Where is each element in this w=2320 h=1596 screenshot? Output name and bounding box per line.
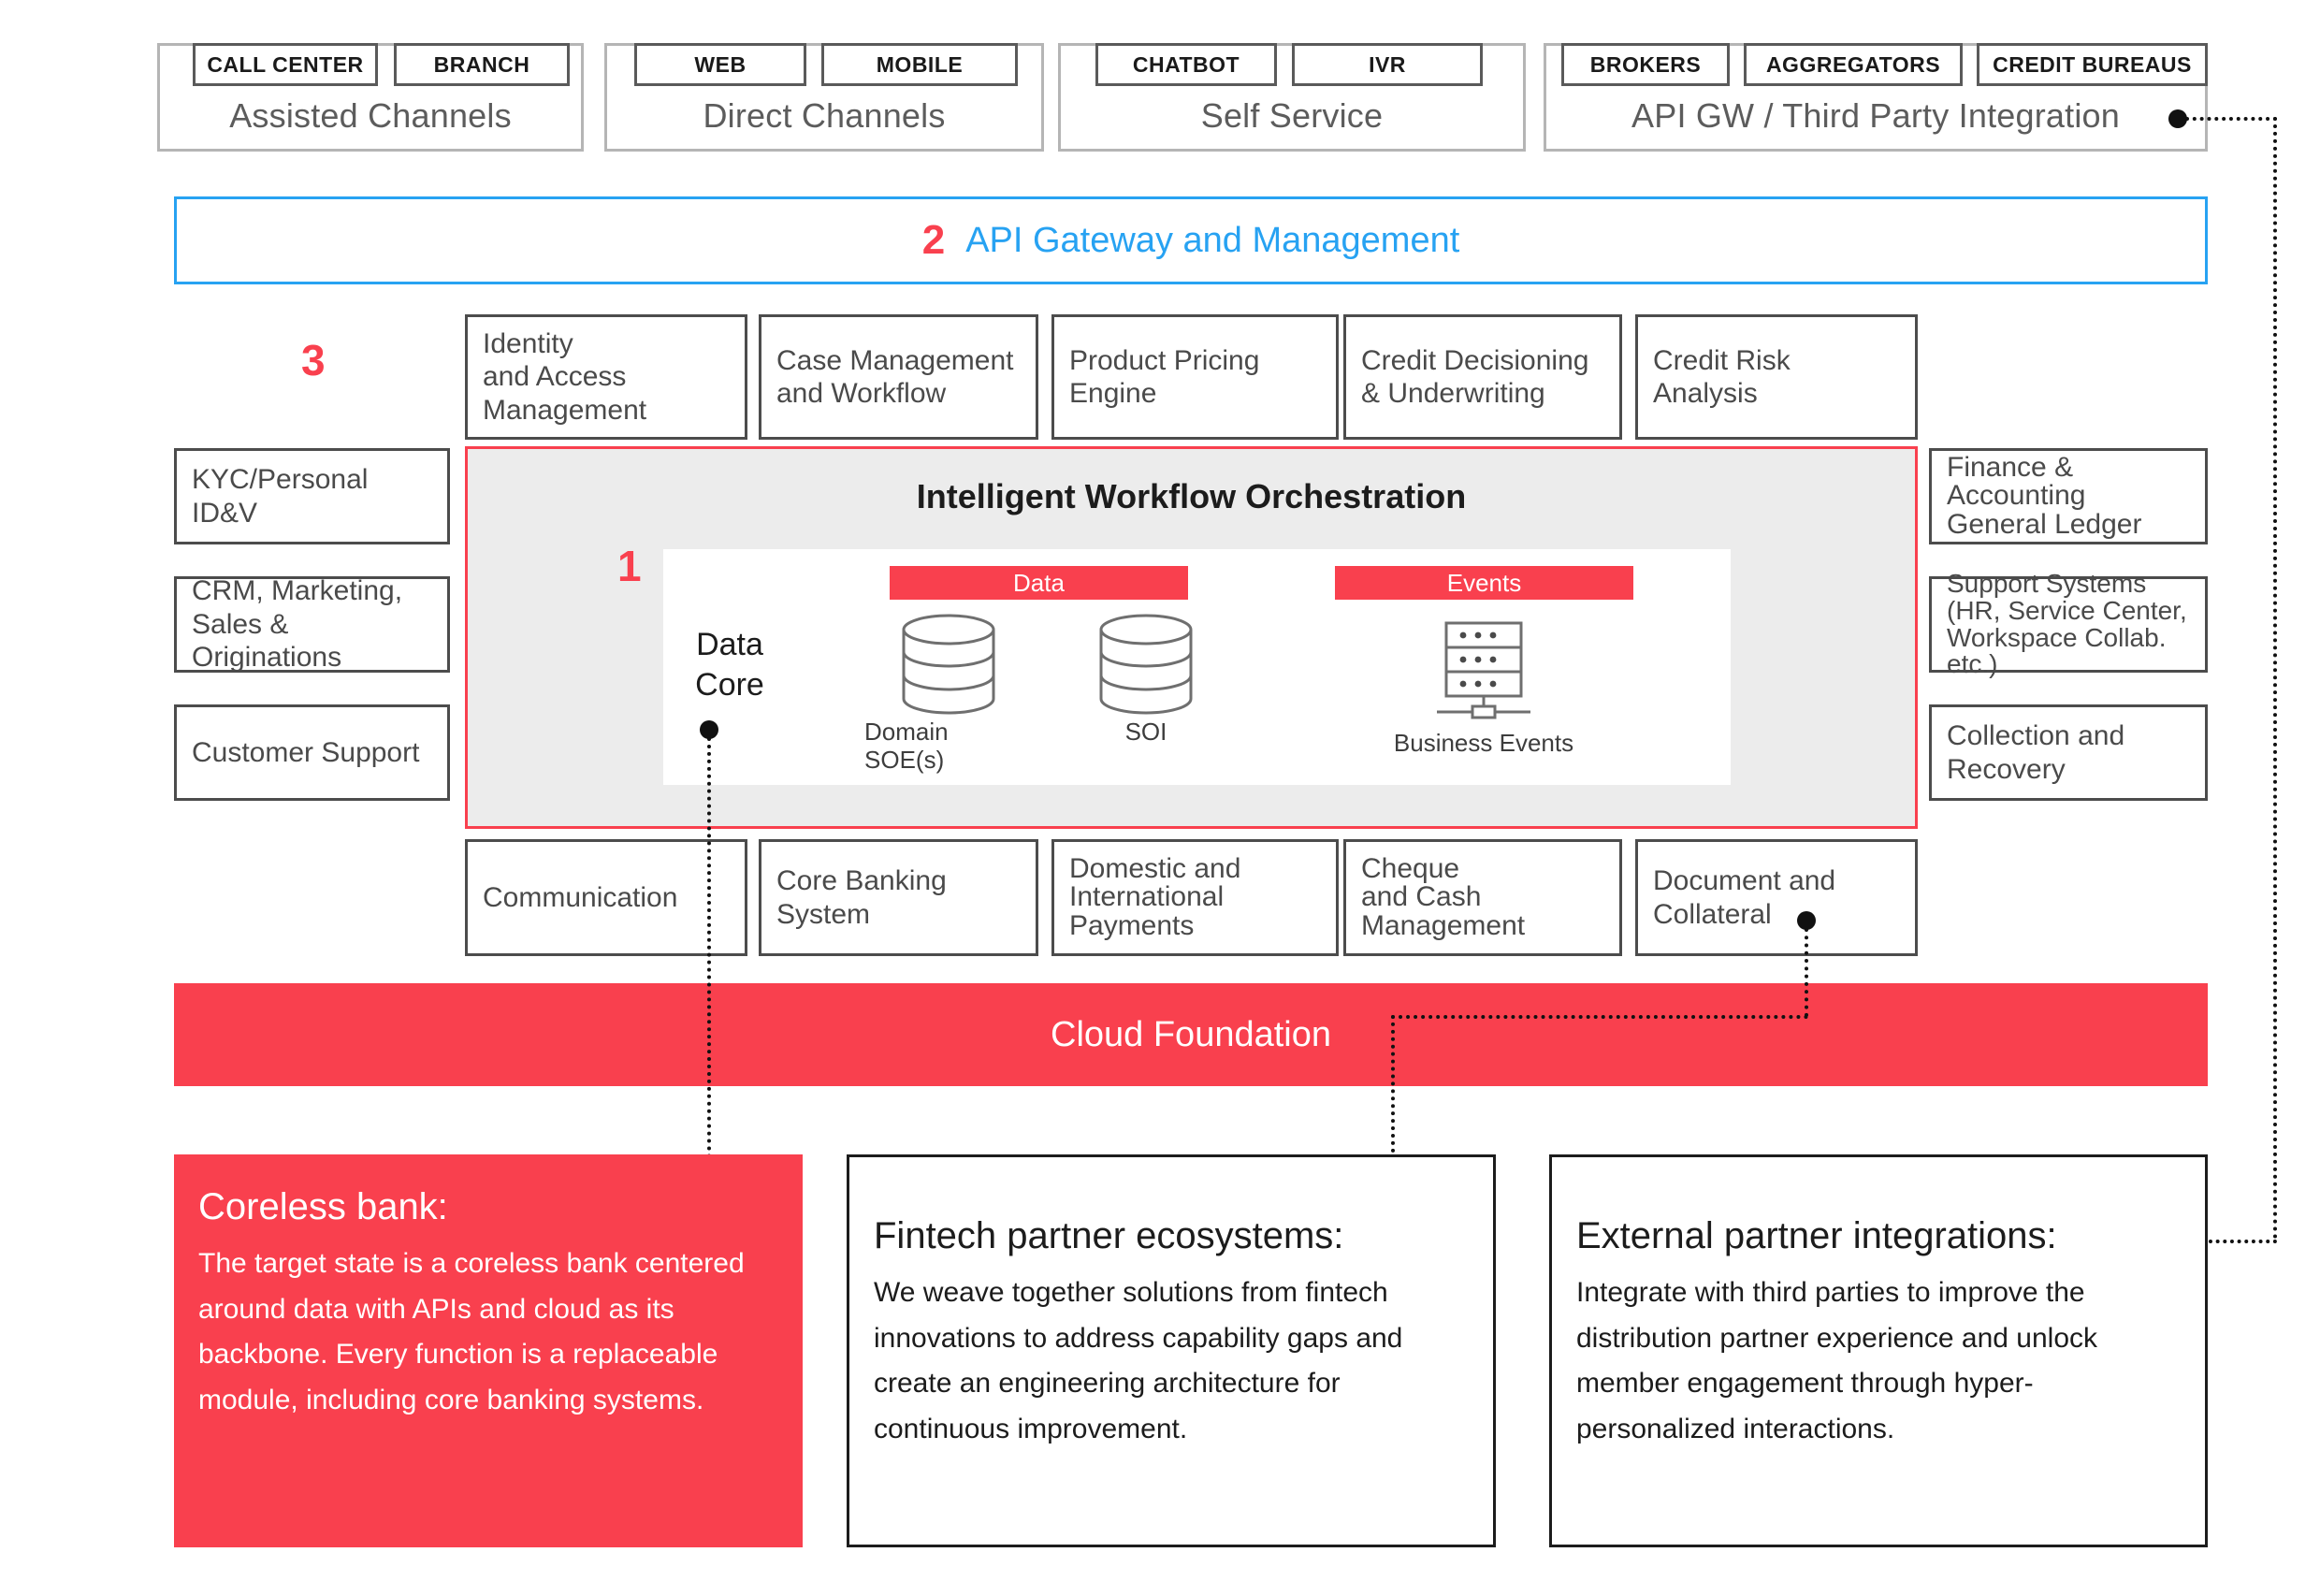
capability-customer-support[interactable]: Customer Support xyxy=(174,704,450,801)
channel-pill-mobile[interactable]: MOBILE xyxy=(821,43,1018,86)
connector-api-gw-down xyxy=(2273,117,2277,1240)
callout-body: We weave together solutions from fintech… xyxy=(874,1277,1403,1444)
capability-label: Finance & Accounting General Ledger xyxy=(1947,451,2142,540)
connector-document-collateral-left xyxy=(1391,1015,1808,1019)
callout-body: The target state is a coreless bank cent… xyxy=(198,1248,745,1415)
cloud-foundation-label: Cloud Foundation xyxy=(1051,1014,1331,1054)
capability-support-systems[interactable]: Support Systems (HR, Service Center, Wor… xyxy=(1929,571,2208,677)
capability-label: Product Pricing Engine xyxy=(1069,344,1260,409)
channel-pill-branch[interactable]: BRANCH xyxy=(394,43,570,86)
capability-crm-marketing-sales-originations[interactable]: CRM, Marketing, Sales & Originations xyxy=(174,575,450,674)
layer-marker-1: 1 xyxy=(617,542,642,590)
soi-caption: SOI xyxy=(1124,718,1167,746)
domain-soe-caption: Domain SOE(s) xyxy=(864,718,949,774)
events-group-header: Events xyxy=(1335,566,1633,600)
channel-pill-brokers[interactable]: BROKERS xyxy=(1561,43,1730,86)
capability-label: Credit Decisioning & Underwriting xyxy=(1361,344,1589,409)
channel-pill-call-center[interactable]: CALL CENTER xyxy=(193,43,378,86)
database-icon xyxy=(883,613,1014,716)
capability-label: KYC/Personal ID&V xyxy=(192,464,369,529)
capability-label: Cheque and Cash Management xyxy=(1361,852,1526,941)
capability-finance-accounting-general-ledger[interactable]: Finance & Accounting General Ledger xyxy=(1929,448,2208,544)
api-gateway-label: API Gateway and Management xyxy=(965,220,1460,260)
channel-group-label: API GW / Third Party Integration xyxy=(1631,96,2120,135)
capability-label: Identity and Access Management xyxy=(483,327,647,426)
api-gateway-number: 2 xyxy=(921,217,946,263)
channel-group-label: Assisted Channels xyxy=(229,96,512,135)
channel-pill-credit-bureaus[interactable]: CREDIT BUREAUS xyxy=(1977,43,2208,86)
capability-label: Collection and Recovery xyxy=(1947,720,2125,785)
capability-label: Core Banking System xyxy=(776,865,947,930)
capability-label: CRM, Marketing, Sales & Originations xyxy=(192,575,403,674)
connector-dot-data-core xyxy=(700,720,718,739)
connector-dot-api-gw xyxy=(2168,109,2187,128)
data-group-header: Data xyxy=(890,566,1188,600)
channel-group-label: Self Service xyxy=(1200,96,1384,135)
capability-label: Domestic and International Payments xyxy=(1069,852,1241,941)
capability-domestic-international-payments[interactable]: Domestic and International Payments xyxy=(1051,839,1339,956)
channel-group-label: Direct Channels xyxy=(703,96,946,135)
capability-label: Communication xyxy=(483,881,678,913)
capability-document-collateral[interactable]: Document and Collateral xyxy=(1635,839,1918,956)
capability-cheque-cash-management[interactable]: Cheque and Cash Management xyxy=(1343,839,1622,956)
capability-label: Support Systems (HR, Service Center, Wor… xyxy=(1947,569,2187,679)
capability-label: Credit Risk Analysis xyxy=(1653,344,1791,409)
cloud-foundation-band: Cloud Foundation xyxy=(174,983,2208,1086)
capability-case-management-workflow[interactable]: Case Management and Workflow xyxy=(759,314,1038,440)
channel-pill-chatbot[interactable]: CHATBOT xyxy=(1095,43,1277,86)
capability-credit-risk-analysis[interactable]: Credit Risk Analysis xyxy=(1635,314,1918,440)
server-rack-icon xyxy=(1422,617,1545,720)
connector-data-core-to-coreless xyxy=(707,737,711,1158)
callout-title: Coreless bank: xyxy=(198,1186,448,1227)
capability-product-pricing-engine[interactable]: Product Pricing Engine xyxy=(1051,314,1339,440)
callout-title: Fintech partner ecosystems: xyxy=(874,1215,1344,1256)
capability-label: Case Management and Workflow xyxy=(776,344,1014,409)
capability-kyc-personal-idv[interactable]: KYC/Personal ID&V xyxy=(174,448,450,544)
callout-coreless-bank: Coreless bank: The target state is a cor… xyxy=(174,1154,803,1547)
capability-credit-decisioning-underwriting[interactable]: Credit Decisioning & Underwriting xyxy=(1343,314,1622,440)
connector-dot-document-collateral xyxy=(1797,911,1816,930)
data-core-label: Data Core xyxy=(695,627,764,703)
capability-label: Customer Support xyxy=(192,736,420,768)
callout-body: Integrate with third parties to improve … xyxy=(1576,1277,2098,1444)
callout-fintech-partner-ecosystems: Fintech partner ecosystems: We weave tog… xyxy=(847,1154,1496,1547)
capability-identity-access-management[interactable]: Identity and Access Management xyxy=(465,314,747,440)
channel-pill-aggregators[interactable]: AGGREGATORS xyxy=(1744,43,1963,86)
database-icon xyxy=(1080,613,1211,716)
callout-title: External partner integrations: xyxy=(1576,1215,2057,1256)
callout-external-partner-integrations: External partner integrations: Integrate… xyxy=(1549,1154,2208,1547)
capability-core-banking-system[interactable]: Core Banking System xyxy=(759,839,1038,956)
connector-to-fintech-callout xyxy=(1391,1015,1395,1160)
connector-document-collateral-down xyxy=(1805,928,1808,1017)
capability-communication[interactable]: Communication xyxy=(465,839,747,956)
channel-pill-ivr[interactable]: IVR xyxy=(1292,43,1483,86)
orchestration-title: Intelligent Workflow Orchestration xyxy=(916,477,1467,515)
channel-pill-web[interactable]: WEB xyxy=(634,43,806,86)
connector-api-gw-right xyxy=(2185,117,2277,121)
api-gateway-band: 2 API Gateway and Management xyxy=(174,196,2208,284)
layer-marker-3: 3 xyxy=(301,336,326,384)
capability-collection-recovery[interactable]: Collection and Recovery xyxy=(1929,704,2208,801)
business-events-caption: Business Events xyxy=(1393,729,1574,757)
